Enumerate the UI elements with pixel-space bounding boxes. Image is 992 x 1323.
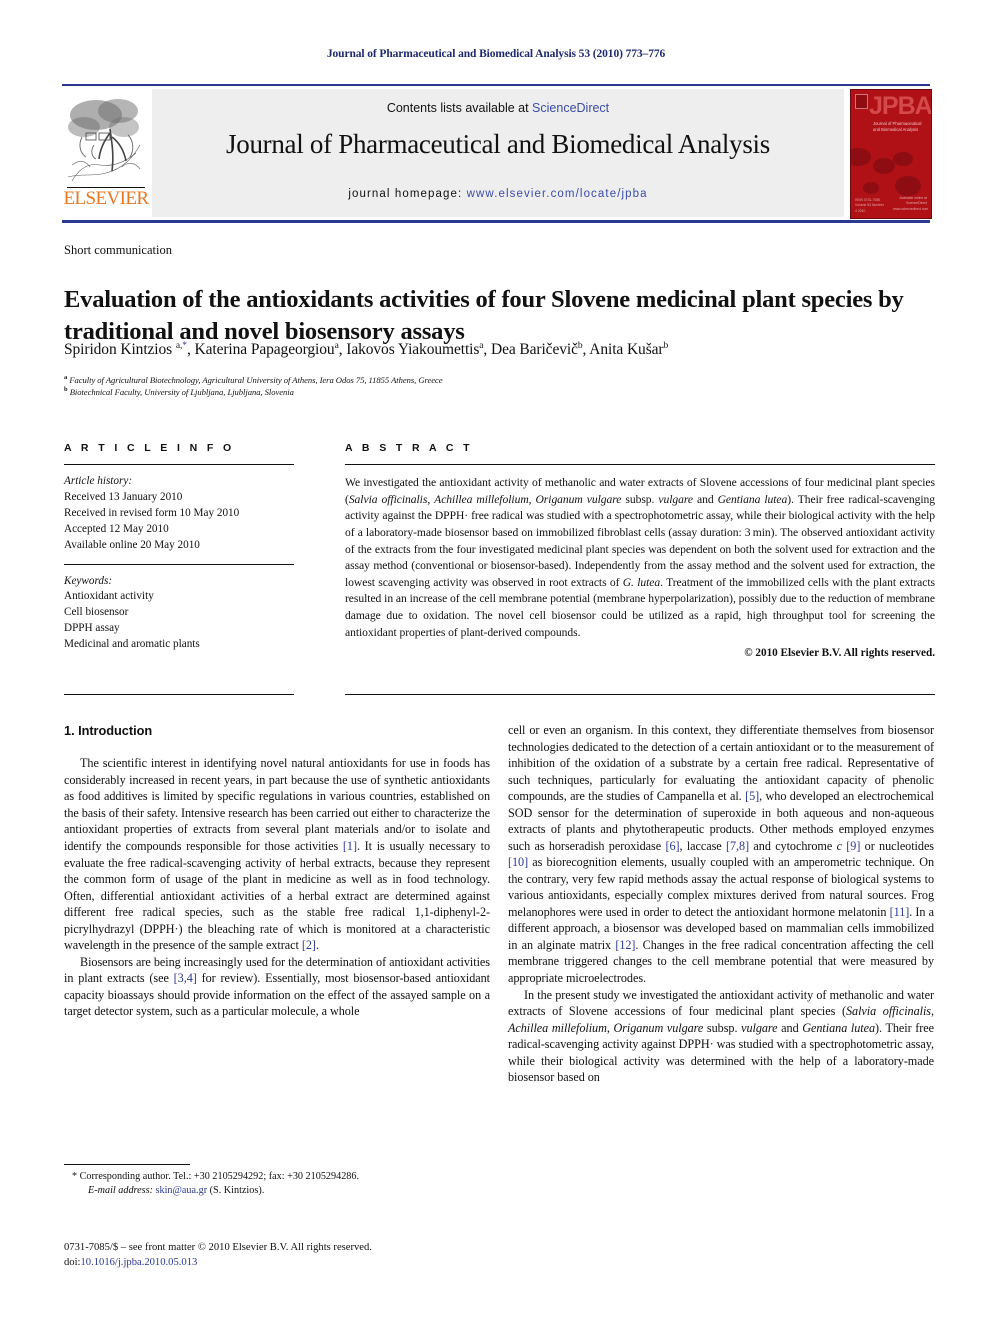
journal-masthead: ELSEVIER Contents lists available at Sci… [62,84,932,224]
elsevier-wordmark: ELSEVIER [63,188,150,209]
author-list: Spiridon Kintzios a,*, Katerina Papageor… [64,341,669,359]
corresponding-author-line: * Corresponding author. Tel.: +30 210529… [72,1171,360,1182]
article-history-item: Received in revised form 10 May 2010 [64,506,240,519]
email-suffix: (S. Kintzios). [209,1185,265,1197]
cover-wordmark: JPBA [869,92,932,120]
cover-decoration-blob [893,152,913,166]
corresponding-author-footnote: * Corresponding author. Tel.: +30 210529… [64,1170,494,1199]
elsevier-logo: ELSEVIER [62,89,150,217]
masthead-bottom-rule [62,220,930,223]
article-history-item: Available online 20 May 2010 [64,538,200,551]
keywords-label: Keywords: [64,574,113,587]
affiliation-a: a Faculty of Agricultural Biotechnology,… [64,374,944,385]
cover-decoration-blob [851,148,871,166]
article-type-label: Short communication [64,243,172,257]
email-link[interactable]: skin@aua.gr [156,1185,208,1196]
abstract-text: We investigated the antioxidant activity… [345,476,936,639]
article-info-block: A R T I C L E I N F O Article history: R… [64,442,294,653]
affiliation-marker-b: b [64,386,68,393]
cover-elsevier-mark-icon [855,94,868,109]
section-heading-introduction: 1. Introduction [64,723,153,738]
keyword-item: Cell biosensor [64,606,129,619]
doi-label: doi: [64,1257,81,1269]
affiliation-a-text: Faculty of Agricultural Biotechnology, A… [69,374,443,385]
homepage-prefix: journal homepage: [348,188,467,200]
article-history-item: Accepted 12 May 2010 [64,522,169,535]
cover-footer-right: Available online at ScienceDirect www.sc… [893,195,929,211]
contents-lists-line: Contents lists available at ScienceDirec… [152,101,844,115]
imprint-line: 0731-7085/$ – see front matter © 2010 El… [64,1242,372,1253]
doi-link[interactable]: 10.1016/j.jpba.2010.05.013 [80,1257,197,1268]
abstract-block: A B S T R A C T We investigated the anti… [345,442,935,659]
journal-title: Journal of Pharmaceutical and Biomedical… [226,129,770,159]
keywords-block: Keywords: Antioxidant activity Cell bios… [64,574,294,654]
body-paragraph: The scientific interest in identifying n… [64,756,491,953]
article-page: Journal of Pharmaceutical and Biomedical… [0,0,992,1323]
affiliation-b: b Biotechnical Faculty, University of Lj… [64,386,944,397]
email-line: E-mail address: skin@aua.gr (S. Kintzios… [64,1184,494,1198]
body-column-left: 1. Introduction The scientific interest … [64,722,490,1020]
elsevier-tree-icon [66,93,146,185]
masthead-top-rule [62,84,930,86]
article-history-label: Article history: [64,475,133,487]
footnote-rule [64,1164,190,1165]
affiliation-b-text: Biotechnical Faculty, University of Ljub… [69,386,294,397]
keyword-item: Antioxidant activity [64,590,154,603]
cover-footer-left: ISSN 0731-7085 Volume 53 Number 4 2010 [855,197,885,213]
body-paragraph: Biosensors are being increasingly used f… [64,954,490,1019]
article-info-rule [64,464,294,465]
body-paragraph: In the present study we investigated the… [508,987,934,1085]
doi-line: doi:10.1016/j.jpba.2010.05.013 [64,1255,524,1270]
running-head: Journal of Pharmaceutical and Biomedical… [326,48,666,60]
keyword-item: Medicinal and aromatic plants [64,638,200,651]
cover-decoration-blob [895,176,921,196]
body-paragraph: cell or even an organism. In this contex… [508,723,935,985]
journal-homepage-link[interactable]: www.elsevier.com/locate/jpba [467,188,648,200]
keywords-rule [64,563,294,565]
article-history-block: Article history: Received 13 January 201… [64,474,294,554]
abstract-heading: A B S T R A C T [345,442,473,454]
contents-prefix: Contents lists available at [386,101,533,115]
abstract-bottom-rule [345,694,935,695]
email-label: E-mail address: [88,1185,153,1197]
keyword-item: DPPH assay [64,622,120,635]
journal-cover-thumbnail[interactable]: JPBA Journal of Pharmaceutical and Biome… [850,89,932,219]
cover-subtitle: Journal of Pharmaceutical and Biomedical… [873,121,922,133]
sciencedirect-link[interactable]: ScienceDirect [532,101,609,115]
article-info-heading: A R T I C L E I N F O [64,442,235,454]
info-bottom-rule [64,694,294,695]
cover-decoration-blob [863,182,879,194]
page-title: Evaluation of the antioxidants activitie… [64,286,904,345]
article-history-item: Received 13 January 2010 [64,490,183,503]
abstract-copyright: © 2010 Elsevier B.V. All rights reserved… [744,647,935,660]
journal-homepage-line: journal homepage: www.elsevier.com/locat… [152,188,844,200]
abstract-rule [345,464,935,465]
imprint-block: 0731-7085/$ – see front matter © 2010 El… [64,1240,524,1270]
affiliation-marker-a: a [64,374,68,381]
masthead-center-panel: Contents lists available at ScienceDirec… [152,89,844,217]
cover-decoration-blob [873,158,895,174]
body-column-right: cell or even an organism. In this contex… [508,722,934,1086]
